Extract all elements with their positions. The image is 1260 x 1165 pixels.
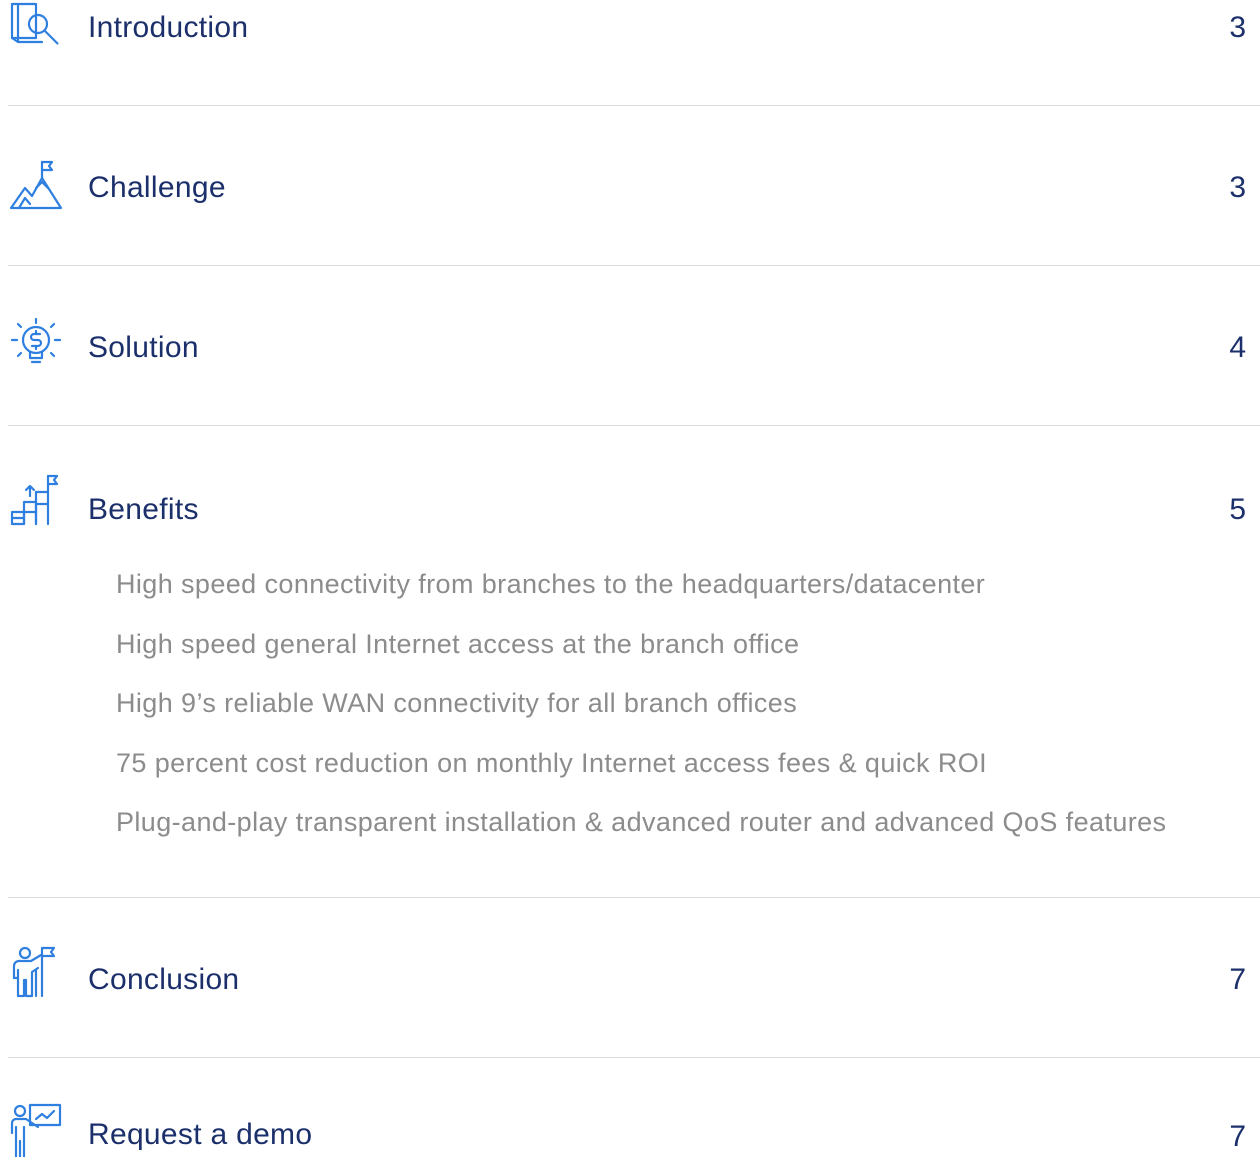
toc-entry-benefits[interactable]: Benefits 5: [0, 474, 1260, 540]
presenter-board-icon: [8, 1101, 64, 1157]
toc-title-conclusion: Conclusion: [88, 963, 240, 996]
toc-title-challenge: Challenge: [88, 171, 226, 204]
divider: [8, 1057, 1260, 1058]
toc-page-request-demo: 7: [1229, 1120, 1246, 1153]
toc-page-introduction: 3: [1229, 11, 1246, 44]
toc-page-challenge: 3: [1229, 171, 1246, 204]
person-flag-icon: [8, 944, 64, 1000]
divider: [8, 265, 1260, 266]
toc-title-solution: Solution: [88, 331, 199, 364]
toc-page-solution: 4: [1229, 331, 1246, 364]
benefits-subtopics: High speed connectivity from branches to…: [116, 566, 1166, 864]
toc-entry-solution[interactable]: Solution 4: [0, 317, 1260, 380]
stairs-flag-icon: [8, 472, 64, 528]
subtopic-item[interactable]: High speed connectivity from branches to…: [116, 566, 1166, 626]
toc-title-benefits: Benefits: [88, 493, 199, 526]
toc-entry-introduction[interactable]: Introduction 3: [0, 0, 1260, 60]
toc-page-conclusion: 7: [1229, 963, 1246, 996]
toc-page-benefits: 5: [1229, 493, 1246, 526]
lightbulb-dollar-icon: [8, 316, 64, 372]
divider: [8, 425, 1260, 426]
subtopic-item[interactable]: High speed general Internet access at th…: [116, 626, 1166, 686]
toc-entry-challenge[interactable]: Challenge 3: [0, 160, 1260, 220]
divider: [8, 897, 1260, 898]
divider: [8, 105, 1260, 106]
subtopic-item[interactable]: Plug-and-play transparent installation &…: [116, 804, 1166, 864]
toc-title-request-demo: Request a demo: [88, 1118, 313, 1151]
mountain-flag-icon: [8, 158, 64, 214]
book-magnifier-icon: [8, 0, 64, 50]
subtopic-item[interactable]: High 9’s reliable WAN connectivity for a…: [116, 685, 1166, 745]
subtopic-item[interactable]: 75 percent cost reduction on monthly Int…: [116, 745, 1166, 805]
toc-title-introduction: Introduction: [88, 11, 249, 44]
toc-entry-conclusion[interactable]: Conclusion 7: [0, 946, 1260, 1010]
toc-entry-request-demo[interactable]: Request a demo 7: [0, 1103, 1260, 1165]
